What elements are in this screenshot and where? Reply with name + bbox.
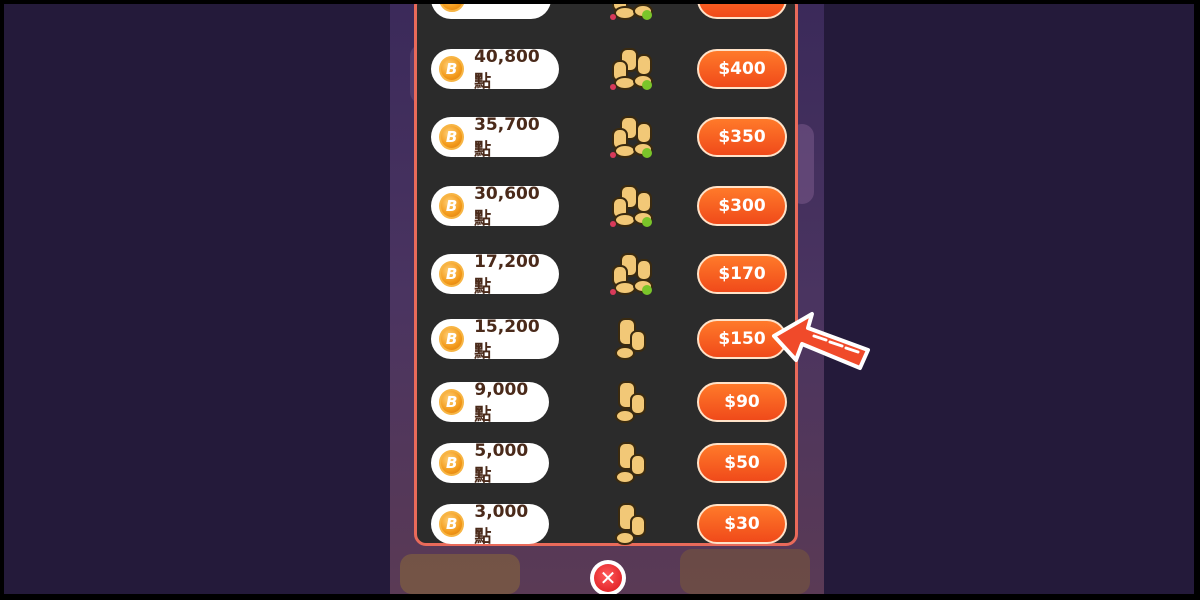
buy-button[interactable]: $170 [697,254,787,294]
points-pill: B 40,800 點 [431,46,559,92]
buy-button[interactable]: $300 [697,186,787,226]
coin-shop-panel: B B 40,800 點 $400 B 35,700 點 $350 B 30,600 點 $300… [414,4,798,547]
coin-icon: B [439,389,465,415]
buy-button[interactable]: $400 [697,49,787,89]
buy-button[interactable]: $30 [697,504,787,544]
points-amount: 3,000 點 [474,501,529,547]
points-amount: 40,800 點 [474,46,540,92]
points-amount: 30,600 點 [474,183,540,229]
shop-row: B 9,000 點 $90 [417,379,795,425]
buy-button[interactable]: $50 [697,443,787,483]
coin-pile-icon [587,252,667,296]
points-pill: B 5,000 點 [431,440,549,486]
shop-row: B [417,4,795,21]
coin-pile-icon [587,380,667,424]
points-pill: B 3,000 點 [431,501,549,547]
shop-row: B 30,600 點 $300 [417,183,795,229]
coin-icon: B [439,4,465,12]
shop-row: B 15,200 點 $150 [417,316,795,362]
background-decoration [400,554,520,594]
pointer-arrow-icon [772,312,870,370]
buy-button[interactable]: $90 [697,382,787,422]
coin-pile-icon [587,441,667,485]
coin-pile-icon [587,502,667,546]
points-pill: B 9,000 點 [431,379,549,425]
close-button[interactable]: ✕ [590,560,626,594]
coin-pile-icon [587,115,667,159]
coin-icon: B [439,261,465,287]
shop-row: B 40,800 點 $400 [417,46,795,92]
points-amount: 9,000 點 [474,379,529,425]
game-frame: B B 40,800 點 $400 B 35,700 點 $350 B 30,600 點 $300… [4,4,1194,594]
coin-icon: B [439,193,465,219]
shop-row: B 35,700 點 $350 [417,114,795,160]
coin-icon: B [439,124,465,150]
points-pill: B 15,200 點 [431,316,559,362]
buy-button[interactable]: $350 [697,117,787,157]
coin-icon: B [439,450,465,476]
points-amount: 35,700 點 [474,114,540,160]
points-pill: B [431,4,551,19]
points-amount: 5,000 點 [474,440,529,486]
coin-icon: B [439,56,465,82]
close-icon: ✕ [594,564,622,592]
shop-row: B 3,000 點 $30 [417,501,795,547]
coin-icon: B [439,326,465,352]
coin-icon: B [439,511,465,537]
coin-pile-icon [587,4,667,21]
points-amount: 17,200 點 [474,251,540,297]
shop-row: B 17,200 點 $170 [417,251,795,297]
points-amount: 15,200 點 [474,316,540,362]
points-pill: B 35,700 點 [431,114,559,160]
coin-pile-icon [587,317,667,361]
coin-pile-icon [587,184,667,228]
points-pill: B 30,600 點 [431,183,559,229]
background-decoration [680,549,810,594]
shop-row: B 5,000 點 $50 [417,440,795,486]
points-pill: B 17,200 點 [431,251,559,297]
coin-pile-icon [587,47,667,91]
buy-button[interactable] [697,4,787,19]
